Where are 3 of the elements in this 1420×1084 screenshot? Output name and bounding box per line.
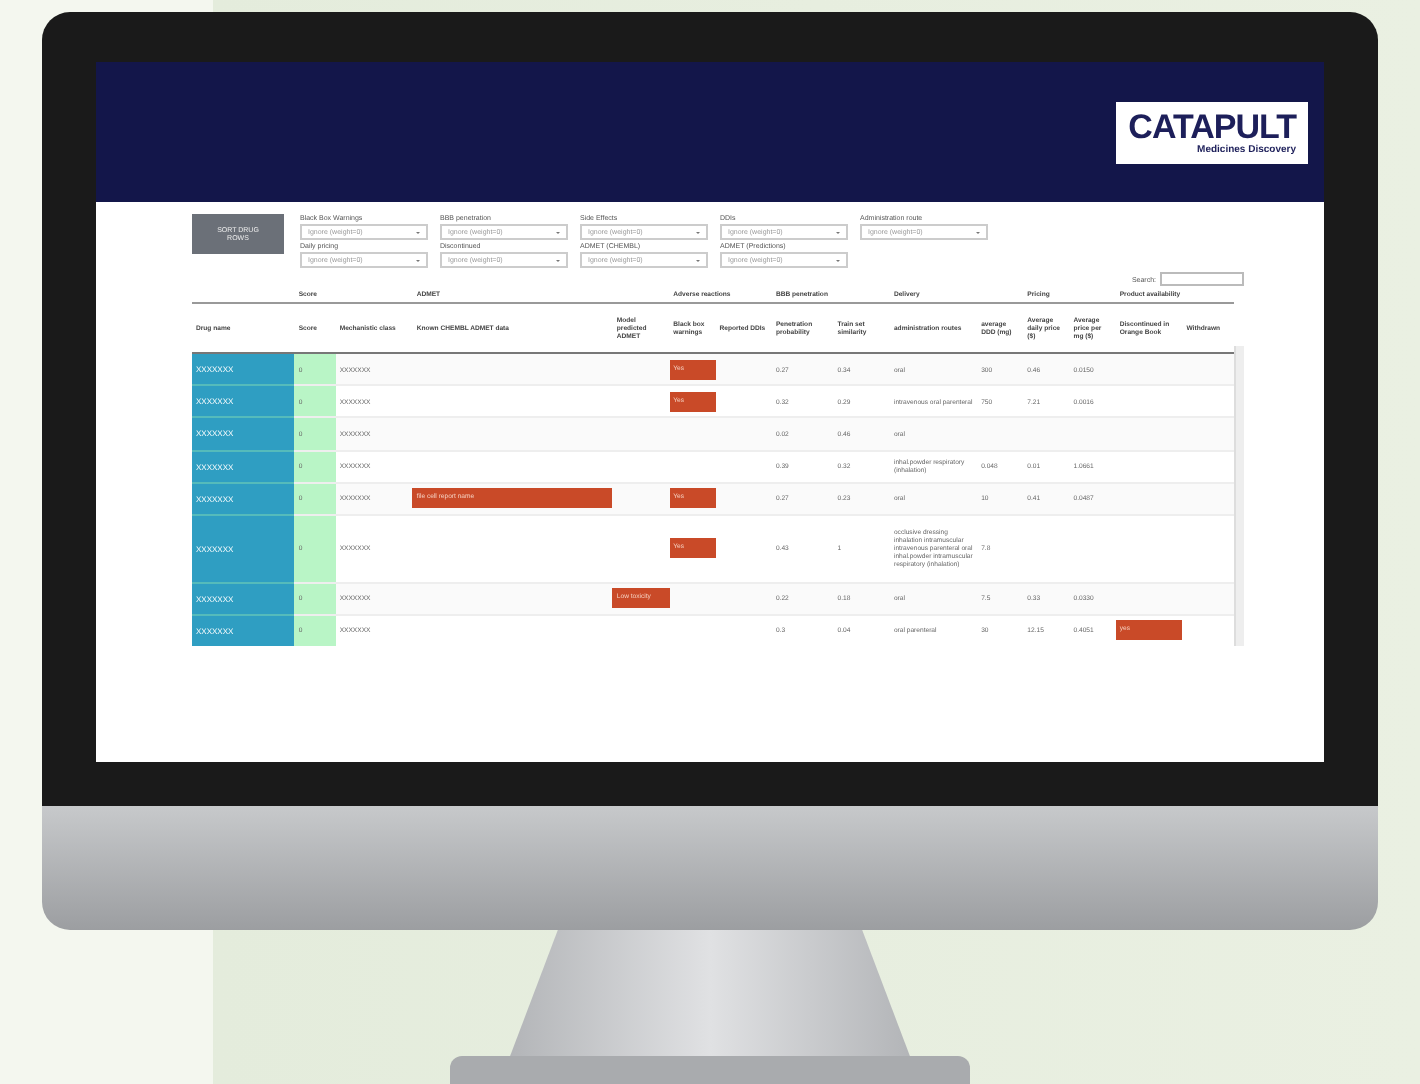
logo-text: CATAPULT	[1128, 109, 1296, 143]
search-field[interactable]	[1160, 272, 1244, 286]
scrollbar[interactable]	[1234, 346, 1244, 646]
